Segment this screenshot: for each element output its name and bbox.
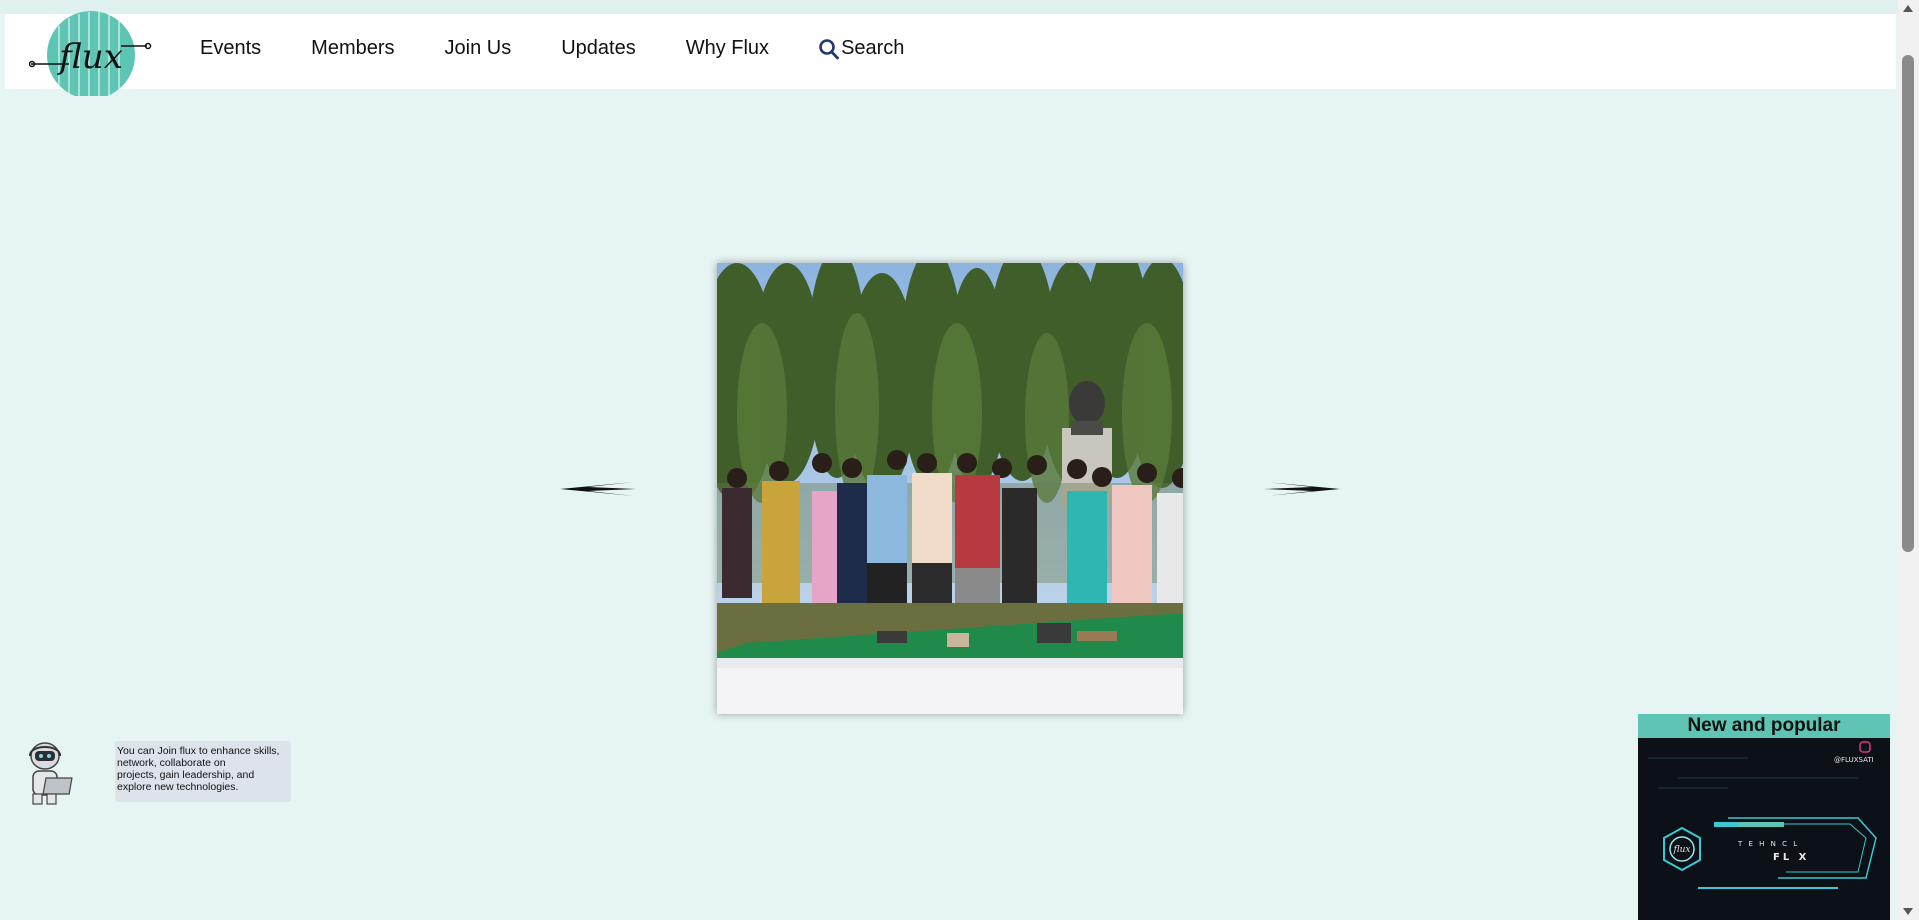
- search-icon: [819, 38, 839, 59]
- assistant-line: network, collaborate on: [117, 757, 226, 769]
- nav-members[interactable]: Members: [311, 37, 394, 60]
- scroll-down-arrow[interactable]: [1903, 908, 1913, 915]
- assistant-message: You can Join flux to enhance skills, net…: [115, 741, 291, 802]
- slider-prev-button[interactable]: [558, 476, 638, 502]
- slider-image: [717, 263, 1183, 714]
- slider-next-button[interactable]: [1262, 476, 1342, 502]
- nav-join-us[interactable]: Join Us: [445, 37, 512, 60]
- logo-wordmark: flux: [56, 37, 123, 77]
- nav-links: Events Members Join Us Updates Why Flux …: [200, 37, 904, 60]
- scroll-thumb[interactable]: [1902, 55, 1914, 552]
- assistant-line: explore new technologies.: [117, 781, 239, 793]
- poster-handle: @FLUXSATI: [1834, 756, 1874, 764]
- popular-title: New and popular: [1638, 714, 1890, 738]
- poster-logo: flux: [1673, 845, 1691, 855]
- assistant-line: projects, gain leadership, and: [117, 769, 255, 781]
- poster-subtitle: T E H N C L: [1737, 840, 1799, 848]
- page-scrollbar[interactable]: [1898, 0, 1919, 920]
- assistant-robot[interactable]: [25, 738, 91, 811]
- new-and-popular-panel[interactable]: New and popular @FLUXSATI flux T E H N C…: [1638, 714, 1890, 920]
- nav-events[interactable]: Events: [200, 37, 261, 60]
- assistant-line: You can Join flux to enhance skills,: [117, 745, 280, 757]
- search-label: Search: [841, 37, 905, 59]
- group-photo: [717, 263, 1183, 714]
- top-strip: [0, 0, 1898, 14]
- nav-updates[interactable]: Updates: [561, 37, 636, 60]
- navbar: flux Events Members Join Us Updates Why …: [5, 11, 1896, 99]
- scroll-up-arrow[interactable]: [1903, 5, 1913, 12]
- arrow-right-icon: [1264, 482, 1340, 496]
- nav-why-flux[interactable]: Why Flux: [686, 37, 769, 60]
- popular-poster[interactable]: @FLUXSATI flux T E H N C L FL X: [1638, 738, 1890, 920]
- poster-title: FL X: [1773, 852, 1809, 863]
- arrow-left-icon: [560, 482, 636, 496]
- flux-logo[interactable]: flux: [28, 6, 153, 99]
- nav-search[interactable]: Search: [819, 37, 904, 60]
- robot-icon: [29, 742, 73, 805]
